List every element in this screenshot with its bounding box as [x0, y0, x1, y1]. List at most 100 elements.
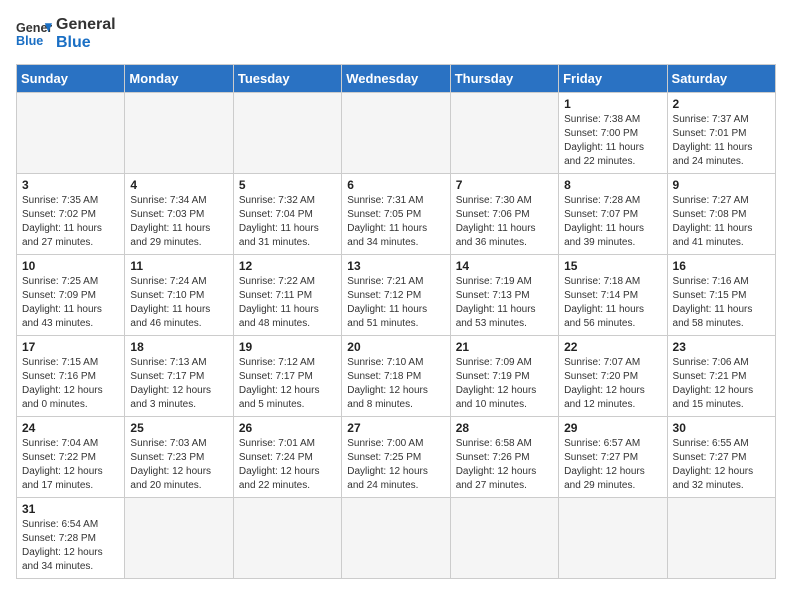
- calendar-cell: 8Sunrise: 7:28 AM Sunset: 7:07 PM Daylig…: [559, 174, 667, 255]
- day-info: Sunrise: 7:28 AM Sunset: 7:07 PM Dayligh…: [564, 194, 661, 250]
- weekday-header-friday: Friday: [559, 65, 667, 93]
- day-number: 4: [130, 178, 227, 192]
- day-number: 3: [22, 178, 119, 192]
- calendar-cell: 18 Sunrise: 7:13 AM Sunset: 7:17 PM Dayli…: [125, 336, 233, 417]
- day-info: Sunrise: 7:31 AM Sunset: 7:05 PM Dayligh…: [347, 194, 444, 250]
- calendar-cell: 7Sunrise: 7:30 AM Sunset: 7:06 PM Daylig…: [450, 174, 558, 255]
- calendar-cell: 24 Sunrise: 7:04 AM Sunset: 7:22 PM Dayli…: [17, 417, 125, 498]
- day-number: 31: [22, 502, 119, 516]
- calendar-cell: 6 Sunrise: 7:31 AM Sunset: 7:05 PM Daylig…: [342, 174, 450, 255]
- calendar-cell: 20 Sunrise: 7:10 AM Sunset: 7:18 PM Dayli…: [342, 336, 450, 417]
- page-header: General Blue General Blue: [16, 16, 776, 52]
- weekday-header-monday: Monday: [125, 65, 233, 93]
- day-number: 14: [456, 259, 553, 273]
- day-info: Sunrise: 7:13 AM Sunset: 7:17 PM Dayligh…: [130, 356, 227, 412]
- calendar-cell: [342, 498, 450, 579]
- day-info: Sunrise: 7:04 AM Sunset: 7:22 PM Dayligh…: [22, 437, 119, 493]
- calendar-cell: [125, 93, 233, 174]
- calendar-cell: 1Sunrise: 7:38 AM Sunset: 7:00 PM Daylig…: [559, 93, 667, 174]
- calendar-cell: 2 Sunrise: 7:37 AM Sunset: 7:01 PM Daylig…: [667, 93, 775, 174]
- calendar-cell: 9Sunrise: 7:27 AM Sunset: 7:08 PM Daylig…: [667, 174, 775, 255]
- calendar-cell: [667, 498, 775, 579]
- weekday-header-wednesday: Wednesday: [342, 65, 450, 93]
- calendar-cell: 14Sunrise: 7:19 AM Sunset: 7:13 PM Dayli…: [450, 255, 558, 336]
- calendar-cell: 19 Sunrise: 7:12 AM Sunset: 7:17 PM Dayli…: [233, 336, 341, 417]
- day-number: 10: [22, 259, 119, 273]
- calendar-cell: 16 Sunrise: 7:16 AM Sunset: 7:15 PM Dayli…: [667, 255, 775, 336]
- logo-blue-text: Blue: [56, 34, 116, 52]
- day-number: 27: [347, 421, 444, 435]
- day-info: Sunrise: 7:34 AM Sunset: 7:03 PM Dayligh…: [130, 194, 227, 250]
- calendar-cell: 22 Sunrise: 7:07 AM Sunset: 7:20 PM Dayli…: [559, 336, 667, 417]
- day-info: Sunrise: 7:03 AM Sunset: 7:23 PM Dayligh…: [130, 437, 227, 493]
- day-info: Sunrise: 7:12 AM Sunset: 7:17 PM Dayligh…: [239, 356, 336, 412]
- day-number: 25: [130, 421, 227, 435]
- day-number: 5: [239, 178, 336, 192]
- day-info: Sunrise: 7:32 AM Sunset: 7:04 PM Dayligh…: [239, 194, 336, 250]
- day-number: 2: [673, 97, 770, 111]
- day-info: Sunrise: 7:15 AM Sunset: 7:16 PM Dayligh…: [22, 356, 119, 412]
- calendar-cell: 15 Sunrise: 7:18 AM Sunset: 7:14 PM Dayli…: [559, 255, 667, 336]
- day-number: 30: [673, 421, 770, 435]
- calendar-cell: 13Sunrise: 7:21 AM Sunset: 7:12 PM Dayli…: [342, 255, 450, 336]
- calendar-cell: 27 Sunrise: 7:00 AM Sunset: 7:25 PM Dayli…: [342, 417, 450, 498]
- calendar-cell: 4 Sunrise: 7:34 AM Sunset: 7:03 PM Daylig…: [125, 174, 233, 255]
- calendar-cell: 23 Sunrise: 7:06 AM Sunset: 7:21 PM Dayli…: [667, 336, 775, 417]
- day-number: 6: [347, 178, 444, 192]
- day-number: 13: [347, 259, 444, 273]
- day-number: 16: [673, 259, 770, 273]
- calendar-cell: 25 Sunrise: 7:03 AM Sunset: 7:23 PM Dayli…: [125, 417, 233, 498]
- day-info: Sunrise: 7:27 AM Sunset: 7:08 PM Dayligh…: [673, 194, 770, 250]
- day-info: Sunrise: 7:10 AM Sunset: 7:18 PM Dayligh…: [347, 356, 444, 412]
- calendar-cell: 30 Sunrise: 6:55 AM Sunset: 7:27 PM Dayli…: [667, 417, 775, 498]
- day-number: 28: [456, 421, 553, 435]
- calendar-cell: 10 Sunrise: 7:25 AM Sunset: 7:09 PM Dayli…: [17, 255, 125, 336]
- day-number: 11: [130, 259, 227, 273]
- day-info: Sunrise: 7:16 AM Sunset: 7:15 PM Dayligh…: [673, 275, 770, 331]
- week-row-6: 31 Sunrise: 6:54 AM Sunset: 7:28 PM Dayli…: [17, 498, 776, 579]
- week-row-2: 3Sunrise: 7:35 AM Sunset: 7:02 PM Daylig…: [17, 174, 776, 255]
- calendar-cell: [233, 498, 341, 579]
- day-number: 7: [456, 178, 553, 192]
- day-info: Sunrise: 6:54 AM Sunset: 7:28 PM Dayligh…: [22, 518, 119, 574]
- day-info: Sunrise: 7:37 AM Sunset: 7:01 PM Dayligh…: [673, 113, 770, 169]
- day-info: Sunrise: 7:25 AM Sunset: 7:09 PM Dayligh…: [22, 275, 119, 331]
- calendar-cell: [342, 93, 450, 174]
- calendar-cell: 31 Sunrise: 6:54 AM Sunset: 7:28 PM Dayli…: [17, 498, 125, 579]
- day-info: Sunrise: 6:57 AM Sunset: 7:27 PM Dayligh…: [564, 437, 661, 493]
- day-info: Sunrise: 7:24 AM Sunset: 7:10 PM Dayligh…: [130, 275, 227, 331]
- calendar-cell: 29Sunrise: 6:57 AM Sunset: 7:27 PM Dayli…: [559, 417, 667, 498]
- calendar-cell: [233, 93, 341, 174]
- calendar-cell: 28 Sunrise: 6:58 AM Sunset: 7:26 PM Dayli…: [450, 417, 558, 498]
- day-number: 17: [22, 340, 119, 354]
- day-number: 22: [564, 340, 661, 354]
- logo: General Blue General Blue: [16, 16, 116, 52]
- day-number: 23: [673, 340, 770, 354]
- day-number: 26: [239, 421, 336, 435]
- calendar-cell: [450, 498, 558, 579]
- day-info: Sunrise: 7:01 AM Sunset: 7:24 PM Dayligh…: [239, 437, 336, 493]
- day-number: 18: [130, 340, 227, 354]
- day-info: Sunrise: 7:07 AM Sunset: 7:20 PM Dayligh…: [564, 356, 661, 412]
- day-info: Sunrise: 7:38 AM Sunset: 7:00 PM Dayligh…: [564, 113, 661, 169]
- week-row-5: 24 Sunrise: 7:04 AM Sunset: 7:22 PM Dayli…: [17, 417, 776, 498]
- day-info: Sunrise: 7:06 AM Sunset: 7:21 PM Dayligh…: [673, 356, 770, 412]
- calendar-cell: 5 Sunrise: 7:32 AM Sunset: 7:04 PM Daylig…: [233, 174, 341, 255]
- svg-text:Blue: Blue: [16, 34, 43, 48]
- calendar-table: SundayMondayTuesdayWednesdayThursdayFrid…: [16, 64, 776, 579]
- day-number: 15: [564, 259, 661, 273]
- day-number: 12: [239, 259, 336, 273]
- day-info: Sunrise: 7:18 AM Sunset: 7:14 PM Dayligh…: [564, 275, 661, 331]
- day-number: 19: [239, 340, 336, 354]
- week-row-4: 17 Sunrise: 7:15 AM Sunset: 7:16 PM Dayli…: [17, 336, 776, 417]
- day-info: Sunrise: 6:55 AM Sunset: 7:27 PM Dayligh…: [673, 437, 770, 493]
- calendar-cell: 21Sunrise: 7:09 AM Sunset: 7:19 PM Dayli…: [450, 336, 558, 417]
- day-info: Sunrise: 7:00 AM Sunset: 7:25 PM Dayligh…: [347, 437, 444, 493]
- day-number: 21: [456, 340, 553, 354]
- calendar-cell: 3Sunrise: 7:35 AM Sunset: 7:02 PM Daylig…: [17, 174, 125, 255]
- weekday-header-saturday: Saturday: [667, 65, 775, 93]
- day-info: Sunrise: 6:58 AM Sunset: 7:26 PM Dayligh…: [456, 437, 553, 493]
- day-number: 24: [22, 421, 119, 435]
- day-number: 20: [347, 340, 444, 354]
- logo-icon: General Blue: [16, 16, 52, 52]
